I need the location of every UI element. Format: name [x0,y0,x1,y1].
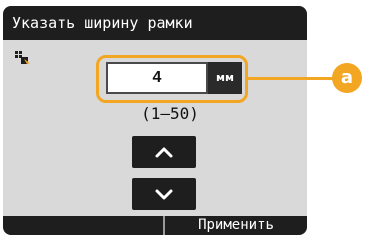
increase-button[interactable] [132,136,196,168]
unit-label: мм [208,62,242,94]
chevron-up-icon [155,147,173,158]
width-value-input[interactable]: 4 [106,62,208,94]
callout-leader-line [248,77,334,80]
decrease-button[interactable] [132,178,196,210]
chevron-down-icon [155,189,173,200]
copy-icon [15,50,31,64]
callout-badge: a [332,63,362,93]
screen-title: Указать ширину рамки [3,6,307,40]
range-hint: (1–50) [141,104,199,123]
apply-button[interactable]: Применить [165,216,307,235]
